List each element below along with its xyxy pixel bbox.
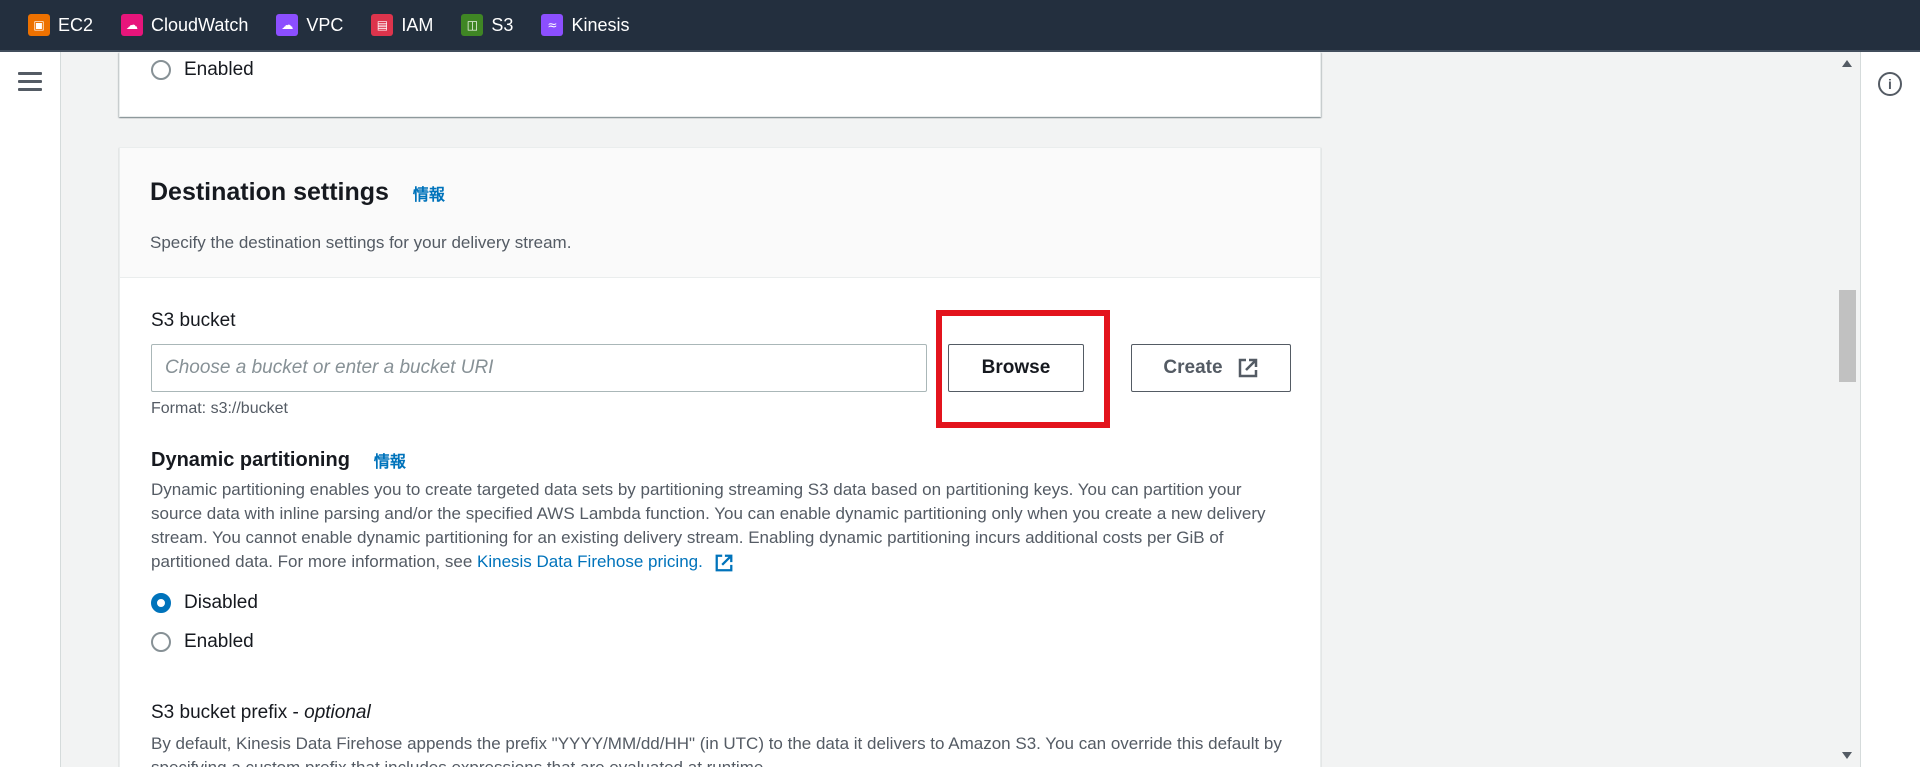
description-text: Dynamic partitioning enables you to crea… bbox=[151, 480, 1266, 571]
iam-icon: ▤ bbox=[371, 14, 394, 36]
page-scrollbar[interactable] bbox=[1836, 52, 1858, 767]
s3-prefix-title: S3 bucket prefix - optional bbox=[151, 702, 371, 724]
scroll-down-icon[interactable] bbox=[1842, 752, 1852, 759]
create-bucket-button[interactable]: Create bbox=[1131, 344, 1291, 392]
info-link[interactable]: 情報 bbox=[374, 448, 406, 472]
service-label: IAM bbox=[401, 14, 434, 35]
radio-button[interactable] bbox=[151, 632, 171, 652]
destination-settings-panel: Destination settings 情報 Specify the dest… bbox=[119, 147, 1321, 767]
service-kinesis[interactable]: ≈ Kinesis bbox=[541, 14, 629, 36]
section-description: Specify the destination settings for you… bbox=[150, 233, 572, 252]
dynamic-partitioning-enabled-radio[interactable]: Enabled bbox=[151, 631, 254, 653]
radio-label: Disabled bbox=[184, 592, 258, 613]
service-cloudwatch[interactable]: ☁ CloudWatch bbox=[121, 14, 248, 36]
service-ec2[interactable]: ▣ EC2 bbox=[28, 14, 93, 36]
previous-section-panel: Enabled bbox=[119, 52, 1321, 117]
side-navigation-rail bbox=[0, 52, 61, 767]
service-vpc[interactable]: ☁ VPC bbox=[276, 14, 343, 36]
format-hint: Format: s3://bucket bbox=[151, 400, 288, 417]
prefix-title-text: S3 bucket prefix - bbox=[151, 702, 305, 723]
service-s3[interactable]: ◫ S3 bbox=[461, 14, 513, 36]
create-label: Create bbox=[1163, 357, 1223, 378]
menu-icon[interactable] bbox=[18, 72, 42, 92]
dynamic-partitioning-description: Dynamic partitioning enables you to crea… bbox=[151, 478, 1291, 574]
scroll-up-icon[interactable] bbox=[1842, 60, 1852, 67]
radio-label: Enabled bbox=[184, 631, 254, 652]
cloudwatch-icon: ☁ bbox=[121, 14, 144, 36]
optional-text: optional bbox=[304, 702, 371, 723]
service-favorites-bar: ▣ EC2 ☁ CloudWatch ☁ VPC ▤ IAM ◫ S3 ≈ Ki… bbox=[0, 0, 1920, 52]
external-link-icon[interactable] bbox=[714, 553, 734, 573]
service-label: S3 bbox=[491, 14, 514, 35]
ec2-icon: ▣ bbox=[28, 14, 50, 36]
radio-button[interactable] bbox=[151, 60, 171, 80]
pricing-link[interactable]: Kinesis Data Firehose pricing. bbox=[477, 552, 703, 571]
dynamic-partitioning-title: Dynamic partitioning bbox=[151, 448, 350, 471]
service-iam[interactable]: ▤ IAM bbox=[371, 14, 433, 36]
s3-bucket-label: S3 bucket bbox=[151, 310, 236, 331]
s3-prefix-description: By default, Kinesis Data Firehose append… bbox=[151, 734, 1282, 767]
section-title: Destination settings bbox=[150, 178, 389, 206]
external-link-icon bbox=[1238, 358, 1257, 378]
scroll-thumb[interactable] bbox=[1839, 290, 1856, 382]
kinesis-icon: ≈ bbox=[541, 14, 564, 36]
info-link[interactable]: 情報 bbox=[413, 181, 445, 205]
dynamic-partitioning-disabled-radio[interactable]: Disabled bbox=[151, 592, 258, 614]
service-label: EC2 bbox=[58, 14, 94, 35]
panel-header: Destination settings 情報 Specify the dest… bbox=[120, 148, 1320, 278]
radio-label: Enabled bbox=[184, 59, 254, 80]
service-label: VPC bbox=[306, 14, 344, 35]
s3-bucket-input[interactable] bbox=[151, 344, 927, 392]
browse-button[interactable]: Browse bbox=[948, 344, 1084, 392]
service-label: CloudWatch bbox=[151, 14, 249, 35]
service-label: Kinesis bbox=[571, 14, 630, 35]
vpc-icon: ☁ bbox=[276, 14, 299, 36]
tools-panel-rail: i bbox=[1860, 52, 1920, 767]
info-icon[interactable]: i bbox=[1878, 72, 1902, 96]
radio-button[interactable] bbox=[151, 593, 171, 613]
previous-enabled-radio-row[interactable]: Enabled bbox=[151, 59, 254, 81]
s3-icon: ◫ bbox=[461, 14, 484, 36]
